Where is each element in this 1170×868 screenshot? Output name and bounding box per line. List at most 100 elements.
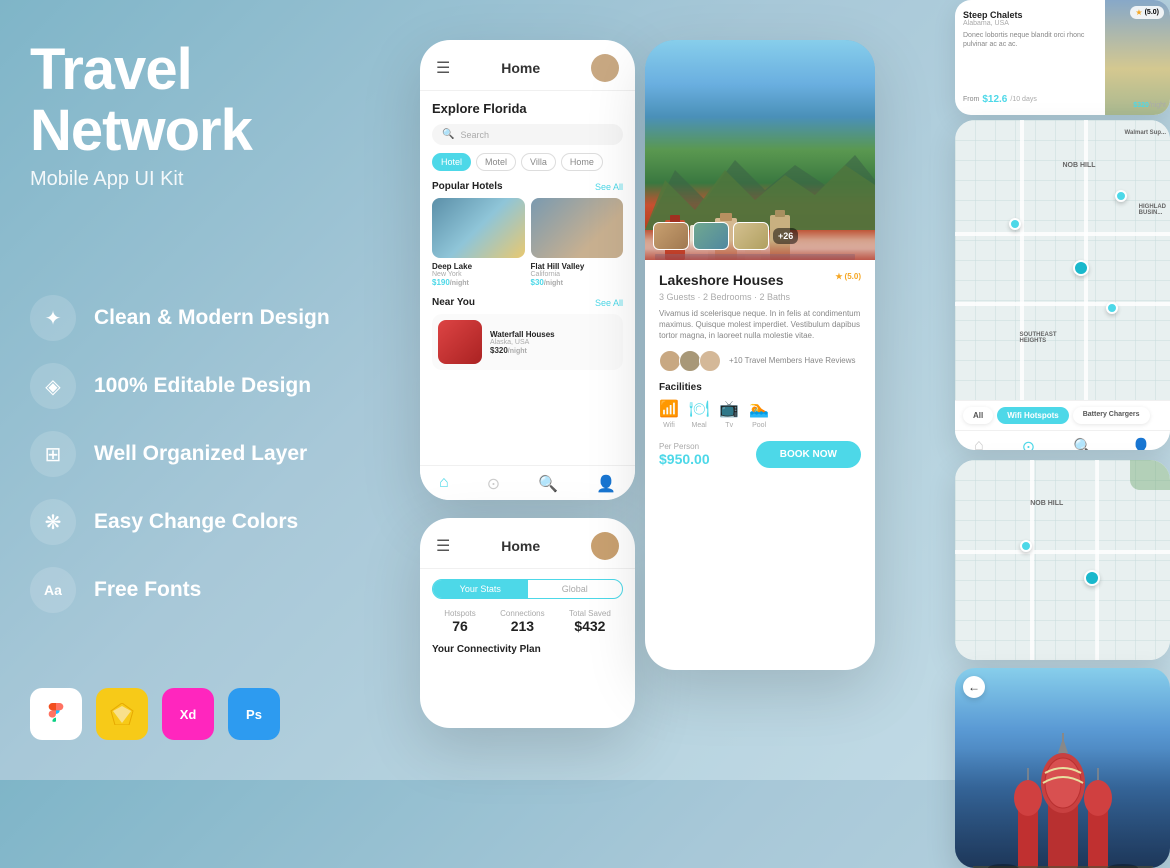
map-nav-profile[interactable]: 👤 xyxy=(1131,437,1151,450)
map-nav-search[interactable]: 🔍 xyxy=(1073,437,1093,450)
near-section-header: Near You See All xyxy=(432,297,623,308)
hotel-img-2 xyxy=(531,198,624,258)
from-label: From xyxy=(963,96,979,103)
detail-description: Vivamus id scelerisque neque. In in feli… xyxy=(659,308,861,342)
map2-pin-1[interactable] xyxy=(1020,540,1032,552)
near-img-1 xyxy=(438,320,482,364)
thumb-3[interactable] xyxy=(733,222,769,250)
features-list: ✦ Clean & Modern Design ◈ 100% Editable … xyxy=(30,241,360,668)
conn-tab-stats[interactable]: Your Stats xyxy=(433,580,528,598)
near-name-1: Waterfall Houses xyxy=(490,330,617,339)
feature-colors-label: Easy Change Colors xyxy=(94,510,298,534)
map2-green-area xyxy=(1130,460,1170,490)
connections-label: Connections xyxy=(500,609,544,618)
filter-motel[interactable]: Motel xyxy=(476,153,516,171)
detail-title: Lakeshore Houses xyxy=(659,272,784,288)
star-icon: ★ xyxy=(835,272,842,281)
tools-row: Xd Ps xyxy=(30,688,360,740)
near-see-all[interactable]: See All xyxy=(595,298,623,308)
top-hotel-image-col: ★ (5.0) $320/night xyxy=(1105,0,1170,115)
hotel-cards: Deep Lake New York $190/night Flat Hill … xyxy=(432,198,623,287)
hotel-price-1: $190/night xyxy=(432,278,525,287)
book-now-button[interactable]: BOOK NOW xyxy=(756,441,861,468)
hotel-card-1[interactable]: Deep Lake New York $190/night xyxy=(432,198,525,287)
conn-tab-global[interactable]: Global xyxy=(528,580,623,598)
conn-stats: Hotspots 76 Connections 213 Total Saved … xyxy=(432,609,623,634)
map-label-nobhill: NOB HILL xyxy=(1063,162,1096,169)
map-nav-home[interactable]: ⌂ xyxy=(974,437,984,450)
feature-layers: ⊞ Well Organized Layer xyxy=(30,425,360,483)
filter-home[interactable]: Home xyxy=(561,153,603,171)
search-bar[interactable]: 🔍 Search xyxy=(432,124,623,145)
detail-card: +26 Lakeshore Houses ★ (5.0) 3 Guests · … xyxy=(645,40,875,670)
near-card-1[interactable]: Waterfall Houses Alaska, USA $320/night xyxy=(432,314,623,370)
top-hotel-location: Alabama, USA xyxy=(963,20,1097,27)
popular-section-header: Popular Hotels See All xyxy=(432,181,623,192)
feature-layers-label: Well Organized Layer xyxy=(94,442,307,466)
map-road-v1 xyxy=(1020,120,1024,400)
filter-hotel[interactable]: Hotel xyxy=(432,153,471,171)
sketch-badge xyxy=(96,688,148,740)
map-display-2: NOB HILL xyxy=(955,460,1170,660)
phone-explore-title: Home xyxy=(501,60,540,76)
hotel-name-1: Deep Lake xyxy=(432,262,525,271)
map2-pin-selected[interactable] xyxy=(1084,570,1100,586)
thumb-1[interactable] xyxy=(653,222,689,250)
filter-wifi[interactable]: Wifi Hotspots xyxy=(997,407,1068,424)
conn-plan-title: Your Connectivity Plan xyxy=(432,644,623,655)
map-pin-2[interactable] xyxy=(1106,302,1118,314)
top-hotel-layout: Steep Chalets Alabama, USA Donec loborti… xyxy=(955,0,1170,115)
ps-badge: Ps xyxy=(228,688,280,740)
filter-villa[interactable]: Villa xyxy=(521,153,556,171)
conn-stat-hotspots: Hotspots 76 xyxy=(444,609,476,634)
top-hotel-card: Steep Chalets Alabama, USA Donec loborti… xyxy=(955,0,1170,115)
facilities-row: 📶 Wifi 🍽 Meal 📺 Tv 🏊 Pool xyxy=(659,399,861,429)
pool-icon: 🏊 xyxy=(749,399,769,419)
top-hotel-desc: Donec lobortis neque blandit orci rhonc … xyxy=(963,31,1097,49)
filter-all[interactable]: All xyxy=(963,407,993,424)
conn-hamburger-icon[interactable]: ☰ xyxy=(436,536,450,556)
nav-profile-icon[interactable]: 👤 xyxy=(596,474,616,494)
thumb-2[interactable] xyxy=(693,222,729,250)
pool-label: Pool xyxy=(752,422,766,429)
map-filter-chips: All Wifi Hotspots Battery Chargers xyxy=(955,400,1170,430)
xd-badge: Xd xyxy=(162,688,214,740)
clean-design-icon: ✦ xyxy=(30,295,76,341)
hotel-price-2: $30/night xyxy=(531,278,624,287)
map-pin-3[interactable] xyxy=(1115,190,1127,202)
more-photos-badge[interactable]: +26 xyxy=(773,228,798,244)
wifi-icon: 📶 xyxy=(659,399,679,419)
nav-home-icon[interactable]: ⌂ xyxy=(439,474,449,494)
phone-conn-title: Home xyxy=(501,538,540,554)
map-display-1: NOB HILL HIGHLADBUSIN... Walmart Sup... … xyxy=(955,120,1170,400)
search-icon: 🔍 xyxy=(442,129,454,140)
conn-tabs: Your Stats Global xyxy=(432,579,623,599)
map-road-h1 xyxy=(955,232,1170,236)
conn-stat-saved: Total Saved $432 xyxy=(569,609,611,634)
hotspots-label: Hotspots xyxy=(444,609,476,618)
top-hotel-rating: ★ (5.0) xyxy=(1130,6,1164,19)
tv-label: Tv xyxy=(725,422,733,429)
saved-value: $432 xyxy=(569,618,611,634)
hotel-card-2[interactable]: Flat Hill Valley California $30/night xyxy=(531,198,624,287)
map-nav-map[interactable]: ⊙ xyxy=(1022,437,1035,450)
book-row: Per Person $950.00 BOOK NOW xyxy=(659,441,861,468)
detail-hero-image: +26 xyxy=(645,40,875,260)
price-block: Per Person $950.00 xyxy=(659,442,710,467)
search-placeholder: Search xyxy=(460,130,489,140)
filter-battery[interactable]: Battery Chargers xyxy=(1073,407,1150,424)
phones-area: ☰ Home Explore Florida 🔍 Search Hotel Mo… xyxy=(390,0,1170,780)
hamburger-icon[interactable]: ☰ xyxy=(436,58,450,78)
hotel-loc-2: California xyxy=(531,271,624,278)
nav-map-icon[interactable]: ⊙ xyxy=(487,474,500,494)
top-hotel-name: Steep Chalets xyxy=(963,10,1097,20)
popular-see-all[interactable]: See All xyxy=(595,182,623,192)
nav-search-icon[interactable]: 🔍 xyxy=(538,474,558,494)
photo-back-arrow[interactable]: ← xyxy=(963,676,985,698)
feature-clean-design: ✦ Clean & Modern Design xyxy=(30,289,360,347)
detail-meta: 3 Guests · 2 Bedrooms · 2 Baths xyxy=(659,292,861,302)
hotspots-value: 76 xyxy=(444,618,476,634)
map-pin-1[interactable] xyxy=(1009,218,1021,230)
star-icon: ★ xyxy=(1135,8,1142,17)
map-label-walmart: Walmart Sup... xyxy=(1125,130,1166,136)
